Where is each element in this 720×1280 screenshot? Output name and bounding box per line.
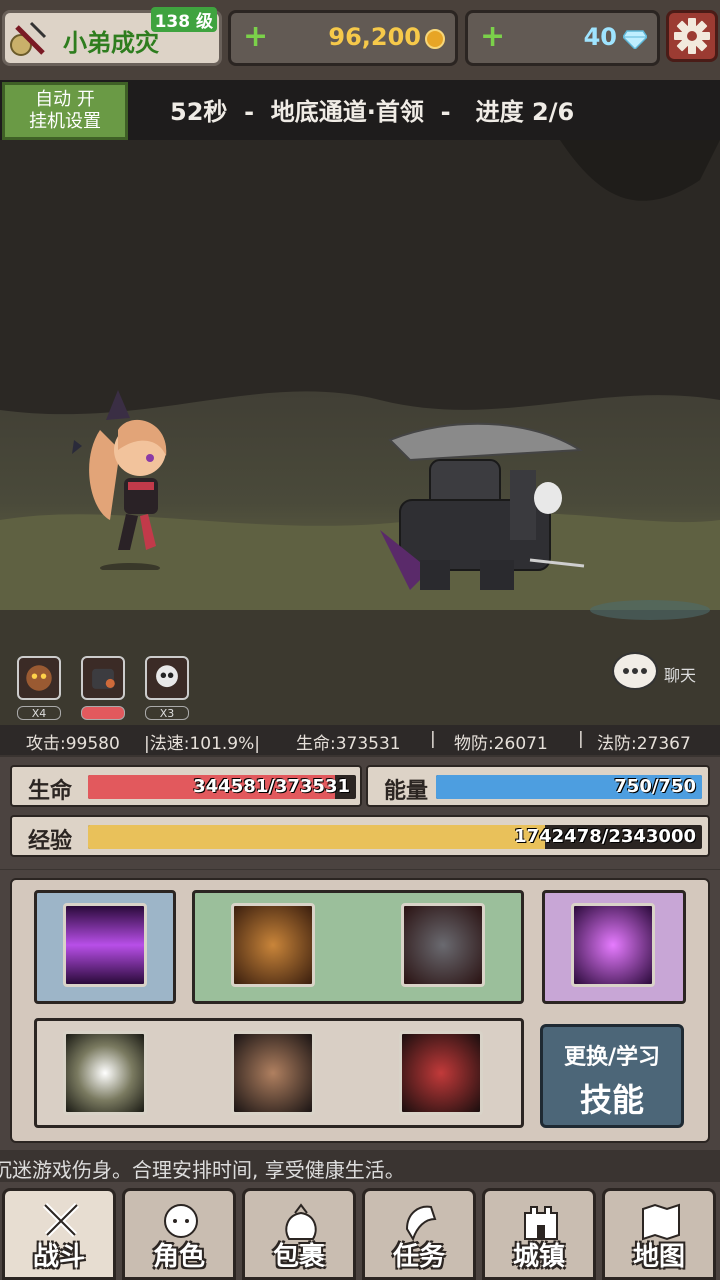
magic-defense-stat: 法防:27367 (597, 734, 691, 754)
enemy-slot[interactable]: X3 (145, 656, 191, 720)
energy-bar: 能量 750/750 (366, 765, 710, 807)
tab-quest[interactable]: 任务 (362, 1188, 476, 1280)
tab-battle[interactable]: 战斗 (2, 1188, 116, 1280)
top-bar: 小弟成灾 138 级 + 96,200 + 40 (0, 0, 720, 80)
enemy-count: X3 (145, 706, 189, 720)
tab-quest-label: 任务 (392, 1242, 445, 1272)
energy-bar-track: 750/750 (436, 775, 702, 799)
player-info[interactable]: 小弟成灾 138 级 (2, 7, 222, 66)
stage-info: 52秒 - 地底通道·首领 - 进度 2/6 (170, 98, 575, 126)
energy-bar-label: 能量 (384, 779, 429, 804)
battle-scene (0, 140, 720, 725)
hp-bar-track: 344581/373531 (88, 775, 356, 799)
status-bars-panel: 生命 344581/373531 能量 750/750 经验 1742478/2… (0, 757, 720, 869)
diamond-icon (623, 30, 647, 49)
exp-bar-value: 1742478/2343000 (514, 826, 696, 847)
auto-toggle-label: 自动 开 (35, 89, 95, 110)
hp-bar: 生命 344581/373531 (10, 765, 362, 807)
tab-map[interactable]: 地图 (602, 1188, 716, 1280)
dagger-skill-icon[interactable] (231, 1031, 315, 1115)
player-avatar-icon (10, 21, 47, 56)
stat-separator: | (578, 729, 584, 749)
knight-boss-icon (81, 656, 125, 700)
boss-health-mini-bar (81, 706, 125, 720)
skills-area: 更换/学习 技能 (10, 878, 710, 1143)
add-gem-button[interactable]: + (480, 21, 505, 53)
energy-bar-value: 750/750 (614, 776, 696, 797)
tab-town-label: 城镇 (512, 1242, 565, 1272)
skill-group-passive (542, 890, 686, 1004)
hp-stat: 生命:373531 (296, 734, 401, 754)
add-gold-button[interactable]: + (243, 21, 268, 53)
skeleton-enemy-icon (145, 656, 189, 700)
enemy-count: X4 (17, 706, 61, 720)
hp-bar-label: 生命 (28, 779, 73, 804)
gold-counter[interactable]: + 96,200 (228, 10, 458, 66)
goblin-summon-skill-icon[interactable] (231, 903, 315, 987)
gear-icon (674, 18, 710, 54)
cast-speed-stat: |法速:101.9%| (144, 734, 261, 754)
boss-armored-knight (380, 422, 585, 590)
hero-character (72, 390, 167, 570)
tab-town[interactable]: 城镇 (482, 1188, 596, 1280)
tab-battle-label: 战斗 (32, 1242, 85, 1272)
tab-character-label: 角色 (152, 1242, 205, 1272)
tab-map-label: 地图 (632, 1242, 685, 1272)
lightning-skill-icon[interactable] (63, 903, 147, 987)
skills-panel: 更换/学习 技能 (0, 870, 720, 1150)
goblin-enemy-icon (17, 656, 61, 700)
skill-group-secondary (34, 1018, 524, 1128)
auto-battle-settings-button[interactable]: 自动 开 挂机设置 (2, 82, 128, 140)
holy-burst-skill-icon[interactable] (63, 1031, 147, 1115)
chat-label: 聊天 (664, 666, 697, 685)
chat-bubble-icon (612, 652, 658, 690)
auto-settings-label: 挂机设置 (29, 111, 101, 132)
enemy-slot[interactable]: X4 (17, 656, 63, 720)
hp-bar-value: 344581/373531 (193, 776, 350, 797)
player-level-badge: 138 级 (150, 7, 217, 32)
gem-counter[interactable]: + 40 (465, 10, 660, 66)
attack-stat: 攻击:99580 (26, 734, 120, 754)
exp-bar-label: 经验 (28, 829, 73, 854)
stats-row: 攻击:99580 |法速:101.9%| 生命:373531 | 物防:2607… (0, 725, 720, 755)
health-tip-ticker: 沉迷游戏伤身。合理安排时间, 享受健康生活。 (0, 1152, 720, 1184)
exp-bar-track: 1742478/2343000 (88, 825, 702, 849)
physical-defense-stat: 物防:26071 (454, 734, 548, 754)
knight-summon-skill-icon[interactable] (401, 903, 485, 987)
skill-group-summon (192, 890, 524, 1004)
tab-inventory[interactable]: 包裹 (242, 1188, 356, 1280)
gold-value: 96,200 (328, 23, 421, 51)
settings-button[interactable] (666, 10, 718, 62)
exp-bar: 经验 1742478/2343000 (10, 815, 710, 857)
chat-button[interactable]: 聊天 (612, 652, 712, 692)
skill-group-active (34, 890, 176, 1004)
learn-skills-line2: 技能 (579, 1081, 644, 1119)
demon-skill-icon[interactable] (399, 1031, 483, 1115)
stat-separator: | (430, 729, 436, 749)
change-learn-skills-button[interactable]: 更换/学习 技能 (540, 1024, 684, 1128)
dash-skill-icon[interactable] (571, 903, 655, 987)
tab-character[interactable]: 角色 (122, 1188, 236, 1280)
health-tip-text: 沉迷游戏伤身。合理安排时间, 享受健康生活。 (0, 1158, 405, 1182)
gold-coin-icon (425, 29, 445, 49)
bottom-nav: 战斗 角色 包裹 任务 城镇 地图 (0, 1182, 720, 1280)
tab-inventory-label: 包裹 (272, 1242, 325, 1272)
learn-skills-line1: 更换/学习 (563, 1045, 661, 1070)
player-name: 小弟成灾 (63, 29, 159, 57)
gem-value: 40 (583, 23, 617, 51)
enemy-slot-boss[interactable] (81, 656, 127, 720)
exp-bar-fill (88, 825, 545, 849)
